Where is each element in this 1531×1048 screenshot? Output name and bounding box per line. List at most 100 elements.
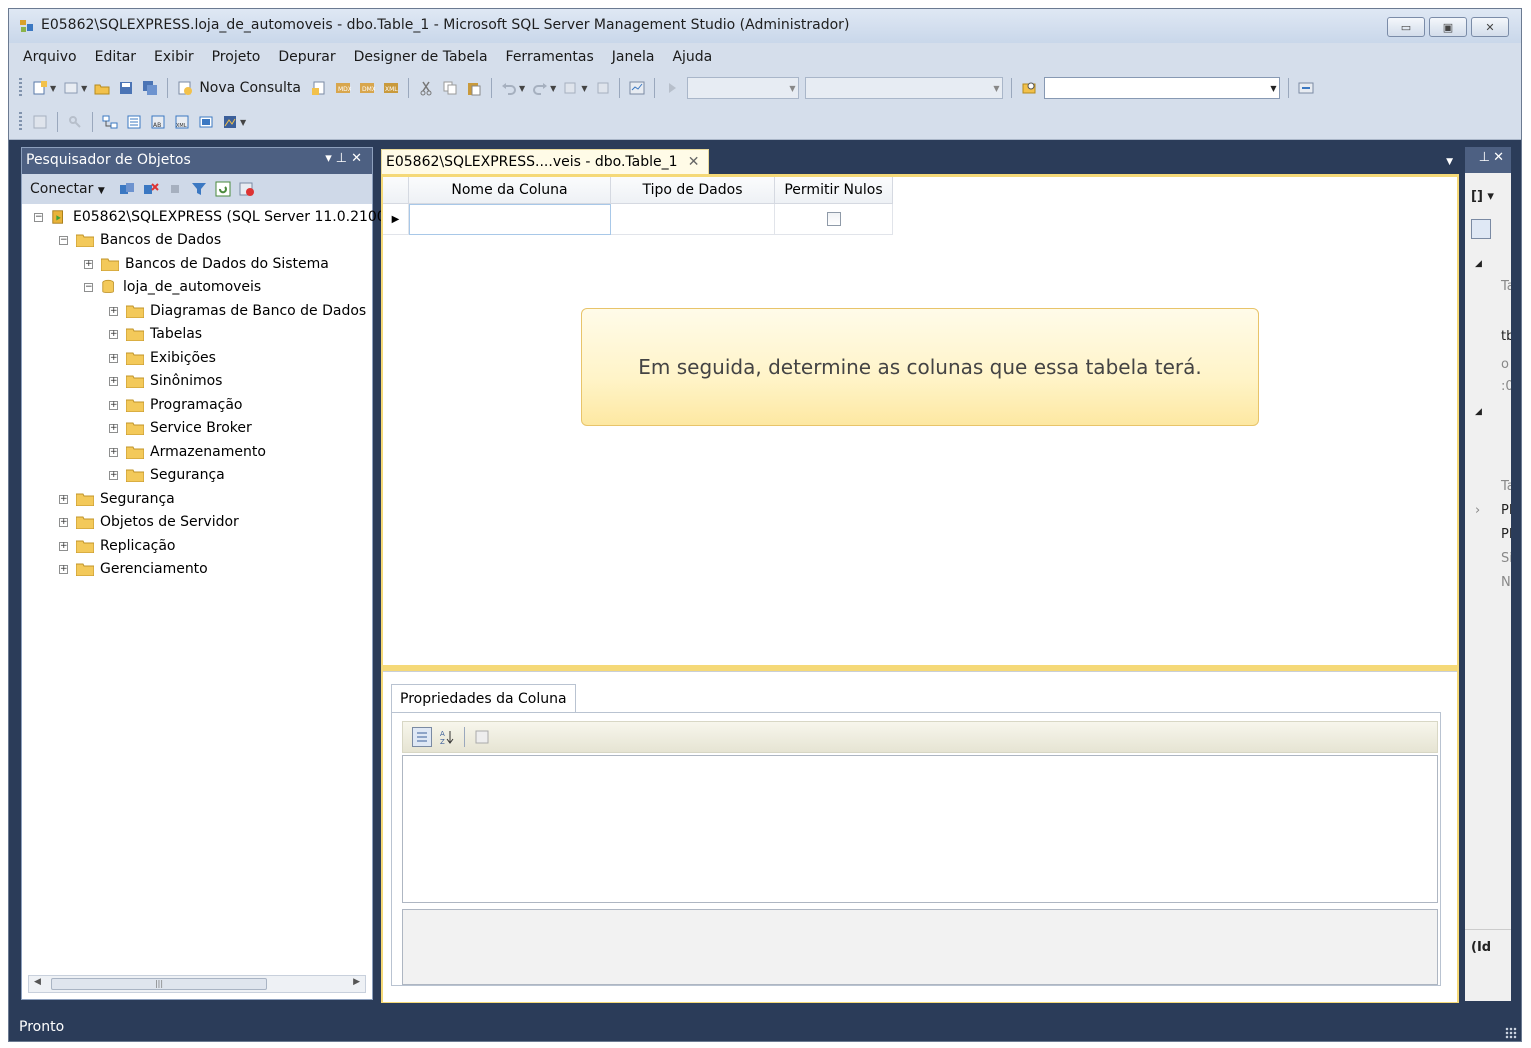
tree-node-server[interactable]: − E05862\SQLEXPRESS (SQL Server 11.0.210… — [34, 206, 386, 228]
expand-arrow-icon[interactable]: ◢ — [1475, 407, 1482, 417]
new-query-icon[interactable] — [176, 79, 194, 97]
expand-icon[interactable]: + — [59, 494, 68, 504]
allow-nulls-cell[interactable] — [775, 204, 893, 235]
chevron-down-icon[interactable]: ▼ — [550, 84, 556, 93]
set-primary-key-icon[interactable] — [66, 113, 84, 131]
menu-ferramentas[interactable]: Ferramentas — [497, 49, 603, 65]
refresh-icon[interactable] — [214, 180, 232, 198]
tab-column-properties[interactable]: Propriedades da Coluna — [391, 684, 576, 712]
categorized-icon[interactable] — [1471, 219, 1491, 239]
tree-node-views[interactable]: + Exibições — [109, 347, 216, 369]
find-input[interactable]: ▼ — [1044, 77, 1281, 99]
table-row[interactable]: ▶ — [383, 204, 893, 235]
toolbar-grip[interactable] — [19, 112, 22, 132]
chevron-down-icon[interactable]: ▼ — [50, 84, 56, 93]
solution-configurations-dropdown[interactable]: ▼ — [687, 77, 800, 99]
allow-nulls-checkbox[interactable] — [826, 212, 841, 226]
manage-spatial-indexes-icon[interactable] — [221, 113, 239, 131]
object-explorer-icon[interactable] — [1297, 79, 1315, 97]
expand-icon[interactable]: + — [109, 376, 118, 386]
filter-icon[interactable] — [190, 180, 208, 198]
menu-janela[interactable]: Janela — [603, 49, 664, 65]
activity-monitor-icon[interactable] — [238, 180, 256, 198]
tree-node-db-security[interactable]: + Segurança — [109, 464, 225, 486]
tab-table-designer[interactable]: E05862\SQLEXPRESS....veis - dbo.Table_1 … — [381, 149, 709, 175]
panel-menu-icon[interactable]: ▾ — [325, 151, 336, 166]
menu-editar[interactable]: Editar — [86, 49, 145, 65]
menu-depurar[interactable]: Depurar — [269, 49, 344, 65]
expand-icon[interactable]: + — [109, 353, 118, 363]
tree-node-system-databases[interactable]: + Bancos de Dados do Sistema — [84, 253, 329, 275]
new-project-icon[interactable] — [31, 79, 49, 97]
generate-change-script-icon[interactable] — [31, 113, 49, 131]
tree-node-replication[interactable]: + Replicação — [59, 535, 176, 557]
horizontal-scrollbar[interactable]: ◀ ||| ▶ — [28, 975, 366, 993]
menu-designer-de-tabela[interactable]: Designer de Tabela — [345, 49, 497, 65]
expand-arrow-icon[interactable]: ◢ — [1475, 259, 1482, 269]
copy-icon[interactable] — [441, 79, 459, 97]
display-plan-icon[interactable] — [628, 79, 646, 97]
column-name-cell[interactable] — [409, 204, 611, 235]
start-debugging-icon[interactable] — [663, 79, 681, 97]
connect-object-explorer-icon[interactable] — [118, 180, 136, 198]
open-file-icon[interactable] — [93, 79, 111, 97]
menu-arquivo[interactable]: Arquivo — [9, 49, 86, 65]
close-icon[interactable]: ✕ — [1493, 150, 1507, 165]
tree-node-tables[interactable]: + Tabelas — [109, 323, 202, 345]
row-selector[interactable]: ▶ — [383, 204, 409, 235]
manage-check-constraints-icon[interactable] — [197, 113, 215, 131]
toolbar-grip[interactable] — [19, 78, 22, 98]
redo-icon[interactable] — [531, 79, 549, 97]
tree-node-programmability[interactable]: + Programação — [109, 394, 243, 416]
expand-icon[interactable]: + — [84, 259, 93, 269]
pin-icon[interactable]: ⊥ — [336, 151, 351, 166]
connect-button[interactable]: Conectar ▼ — [30, 181, 105, 197]
minimize-button[interactable]: ▭ — [1387, 17, 1425, 37]
expand-icon[interactable]: + — [109, 470, 118, 480]
tree-node-management[interactable]: + Gerenciamento — [59, 558, 208, 580]
chevron-down-icon[interactable]: ▼ — [519, 84, 525, 93]
manage-fulltext-index-icon[interactable]: AB — [149, 113, 167, 131]
scrollbar-thumb[interactable]: ||| — [51, 978, 267, 990]
object-selector-dropdown[interactable]: [] ▾ — [1471, 189, 1494, 204]
tree-node-databases[interactable]: − Bancos de Dados — [59, 229, 221, 251]
database-engine-query-icon[interactable] — [310, 79, 328, 97]
save-all-icon[interactable] — [141, 79, 159, 97]
relationships-icon[interactable] — [101, 113, 119, 131]
close-tab-icon[interactable]: ✕ — [688, 154, 700, 170]
property-grid[interactable] — [402, 755, 1438, 903]
active-files-dropdown-icon[interactable]: ▼ — [1446, 157, 1453, 167]
expand-icon[interactable]: + — [109, 447, 118, 457]
tree-node-storage[interactable]: + Armazenamento — [109, 441, 266, 463]
close-button[interactable]: ✕ — [1471, 17, 1509, 37]
tree-node-service-broker[interactable]: + Service Broker — [109, 417, 252, 439]
manage-indexes-icon[interactable] — [125, 113, 143, 131]
xmla-query-icon[interactable]: XML — [382, 79, 400, 97]
data-type-cell[interactable] — [611, 204, 775, 235]
tree-node-loja-de-automoveis[interactable]: − loja_de_automoveis — [84, 276, 261, 298]
analysis-mdx-query-icon[interactable]: MDX — [334, 79, 352, 97]
property-pages-icon[interactable] — [473, 728, 491, 746]
categorized-icon[interactable] — [412, 727, 432, 747]
sort-alphabetical-icon[interactable]: AZ — [438, 728, 456, 746]
navigate-forward-icon[interactable] — [593, 79, 611, 97]
chevron-down-icon[interactable]: ▼ — [581, 84, 587, 93]
tree-node-security[interactable]: + Segurança — [59, 488, 175, 510]
solution-platforms-dropdown[interactable]: ▼ — [805, 77, 1004, 99]
expand-icon[interactable]: + — [109, 329, 118, 339]
collapse-icon[interactable]: − — [84, 282, 93, 292]
toolbar-options-icon[interactable]: ▼ — [240, 118, 246, 127]
disconnect-icon[interactable] — [142, 180, 160, 198]
tree-node-server-objects[interactable]: + Objetos de Servidor — [59, 511, 239, 533]
undo-icon[interactable] — [500, 79, 518, 97]
scroll-right-icon[interactable]: ▶ — [353, 977, 360, 987]
chevron-down-icon[interactable]: ▼ — [81, 84, 87, 93]
collapse-icon[interactable]: − — [34, 212, 43, 222]
tree-node-database-diagrams[interactable]: + Diagramas de Banco de Dados — [109, 300, 366, 322]
maximize-button[interactable]: ▣ — [1429, 17, 1467, 37]
tree-node-synonyms[interactable]: + Sinônimos — [109, 370, 222, 392]
menu-projeto[interactable]: Projeto — [203, 49, 270, 65]
analysis-dmx-query-icon[interactable]: DMX — [358, 79, 376, 97]
new-query-button[interactable]: Nova Consulta — [199, 80, 301, 96]
navigate-backward-icon[interactable] — [562, 79, 580, 97]
